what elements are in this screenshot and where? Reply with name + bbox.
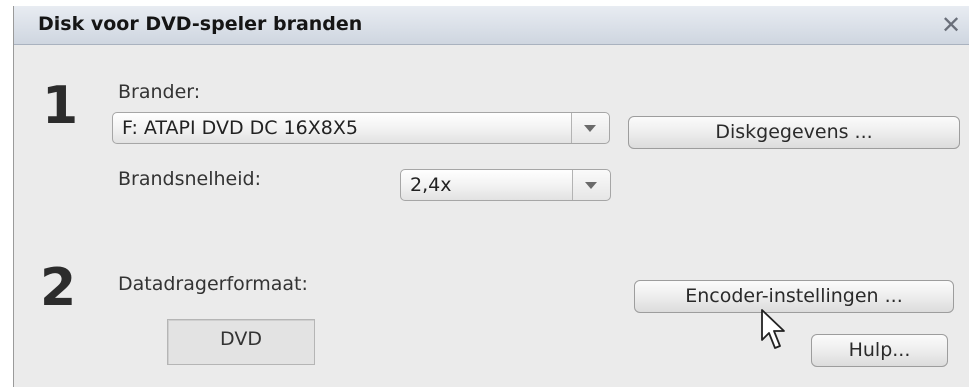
burn-speed-dropdown[interactable]: 2,4x: [400, 169, 611, 201]
disk-info-button[interactable]: Diskgegevens ...: [628, 116, 960, 149]
close-icon[interactable]: ✕: [934, 9, 968, 41]
media-format-label: Datadragerformaat:: [118, 273, 308, 295]
media-format-value: DVD: [167, 319, 315, 365]
dialog-title: Disk voor DVD-speler branden: [38, 13, 363, 35]
title-bar: Disk voor DVD-speler branden ✕: [14, 6, 969, 45]
burn-dvd-dialog: Disk voor DVD-speler branden ✕ 1 Brander…: [13, 6, 969, 387]
step-2-number: 2: [40, 258, 77, 318]
burn-speed-label: Brandsnelheid:: [118, 168, 261, 190]
step-1-number: 1: [42, 76, 79, 136]
burner-label: Brander:: [118, 81, 201, 103]
burner-value: F: ATAPI DVD DC 16X8X5: [122, 117, 358, 139]
burner-dropdown[interactable]: F: ATAPI DVD DC 16X8X5: [112, 112, 610, 144]
mouse-pointer-icon: [760, 308, 788, 356]
chevron-down-icon[interactable]: [571, 113, 609, 143]
chevron-down-icon[interactable]: [572, 170, 610, 200]
burn-speed-value: 2,4x: [410, 174, 452, 196]
help-button[interactable]: Hulp...: [811, 334, 948, 367]
encoder-settings-button[interactable]: Encoder-instellingen ...: [634, 280, 954, 313]
